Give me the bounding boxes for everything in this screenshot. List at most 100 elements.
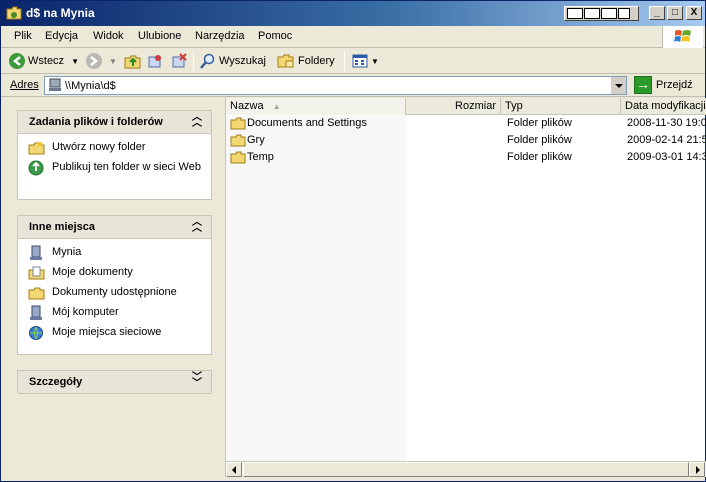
sorted-column-highlight <box>226 116 406 463</box>
windows-flag-icon <box>674 30 691 42</box>
address-value: \\Mynia\d$ <box>65 80 116 92</box>
delete-button[interactable] <box>171 52 187 70</box>
menu-help[interactable]: Pomoc <box>258 30 292 42</box>
details-header[interactable]: Szczegóły ﹀ ﹀ <box>18 371 211 394</box>
tray-icon[interactable] <box>601 8 617 19</box>
collapse-icon[interactable]: ︿ ︿ <box>191 113 203 129</box>
place-my-network[interactable]: Moje miejsca sieciowe <box>18 326 211 340</box>
folder-icon <box>230 117 246 130</box>
other-places-title: Inne miejsca <box>29 221 96 233</box>
place-my-documents[interactable]: Moje dokumenty <box>18 266 211 280</box>
folder-icon <box>230 151 246 164</box>
address-bar: Adres \\Mynia\d$ → Przejdź <box>1 74 705 97</box>
chevron-down-icon[interactable]: ▼ <box>109 57 117 66</box>
window-title: d$ na Mynia <box>26 6 95 20</box>
other-places-header[interactable]: Inne miejsca ︿ ︿ <box>18 216 211 239</box>
details-panel: Szczegóły ﹀ ﹀ <box>17 370 212 394</box>
collapse-icon[interactable]: ︿ ︿ <box>191 218 203 234</box>
move-to-button[interactable] <box>147 52 163 70</box>
horizontal-scrollbar[interactable] <box>226 461 706 477</box>
explorer-window: d$ na Mynia _ □ X Plik Edycja Widok Ulub… <box>0 0 706 482</box>
go-arrow-icon: → <box>634 76 652 94</box>
sort-ascending-icon: ▲ <box>272 102 281 111</box>
scroll-right-button[interactable] <box>689 462 705 477</box>
file-row[interactable]: Temp Folder plików 2009-03-01 14:3 <box>226 150 706 167</box>
up-folder-button[interactable] <box>124 52 142 70</box>
place-shared-documents[interactable]: Dokumenty udostępnione <box>18 286 211 300</box>
folders-button[interactable]: Foldery <box>277 52 335 70</box>
chevron-down-icon[interactable]: ▼ <box>71 57 79 66</box>
maximize-button[interactable]: □ <box>667 6 683 20</box>
menu-edit[interactable]: Edycja <box>45 30 78 42</box>
task-new-folder[interactable]: Utwórz nowy folder <box>18 141 211 155</box>
views-button[interactable]: ▼ <box>352 52 379 70</box>
place-label: Mój komputer <box>52 306 119 318</box>
file-row[interactable]: Gry Folder plików 2009-02-14 21:5 <box>226 133 706 150</box>
place-label: Mynia <box>52 246 82 258</box>
column-header-row: Nazwa ▲ Rozmiar Typ Data modyfikacji <box>226 98 706 115</box>
column-size[interactable]: Rozmiar <box>406 98 501 115</box>
scroll-thumb[interactable] <box>243 462 689 477</box>
new-folder-icon <box>28 141 45 155</box>
file-name: Documents and Settings <box>247 117 367 129</box>
column-date[interactable]: Data modyfikacji <box>621 98 706 115</box>
folders-icon <box>277 54 294 68</box>
up-folder-icon <box>124 55 141 69</box>
go-label: Przejdź <box>656 79 693 91</box>
publish-web-icon <box>28 160 44 176</box>
my-documents-icon <box>28 266 45 280</box>
address-label: Adres <box>10 79 39 91</box>
place-mynia[interactable]: Mynia <box>18 245 211 260</box>
file-tasks-panel: Zadania plików i folderów ︿ ︿ Utwórz nowy… <box>17 110 212 200</box>
task-publish-web[interactable]: Publikuj ten folder w sieci Web <box>18 160 211 176</box>
file-name: Temp <box>247 151 274 163</box>
column-type[interactable]: Typ <box>501 98 621 115</box>
file-tasks-header[interactable]: Zadania plików i folderów ︿ ︿ <box>18 111 211 134</box>
tray-icon[interactable] <box>567 8 583 19</box>
task-label: Publikuj ten folder w sieci Web <box>52 161 201 173</box>
computer-icon <box>30 245 42 260</box>
address-dropdown-button[interactable] <box>610 77 626 94</box>
column-label: Nazwa <box>230 100 264 112</box>
file-row[interactable]: Documents and Settings Folder plików 200… <box>226 116 706 133</box>
menu-tools[interactable]: Narzędzia <box>195 30 245 42</box>
delete-icon <box>172 53 187 68</box>
caption-extras[interactable] <box>564 6 639 21</box>
tray-icon[interactable] <box>618 8 630 19</box>
menu-view[interactable]: Widok <box>93 30 124 42</box>
file-type: Folder plików <box>507 117 572 129</box>
other-places-panel: Inne miejsca ︿ ︿ Mynia Moje dokumenty Do… <box>17 215 212 355</box>
move-to-icon <box>148 55 161 68</box>
search-button[interactable]: Wyszukaj <box>200 52 266 70</box>
title-bar[interactable]: d$ na Mynia _ □ X <box>1 1 705 26</box>
expand-icon[interactable]: ﹀ ﹀ <box>191 373 203 389</box>
file-date: 2008-11-30 19:0 <box>627 117 706 129</box>
menu-file[interactable]: Plik <box>14 30 32 42</box>
column-name[interactable]: Nazwa ▲ <box>226 98 406 115</box>
file-list: Nazwa ▲ Rozmiar Typ Data modyfikacji Doc… <box>225 98 706 477</box>
back-button[interactable]: Wstecz ▼ <box>9 52 79 70</box>
file-date: 2009-03-01 14:3 <box>627 151 706 163</box>
network-icon <box>29 326 43 340</box>
close-button[interactable]: X <box>686 6 702 20</box>
task-pane: Zadania plików i folderów ︿ ︿ Utwórz nowy… <box>1 98 224 477</box>
chevron-down-icon[interactable]: ▼ <box>371 57 379 66</box>
views-icon <box>352 54 368 68</box>
place-label: Dokumenty udostępnione <box>52 286 177 298</box>
file-type: Folder plików <box>507 134 572 146</box>
address-input[interactable]: \\Mynia\d$ <box>44 76 627 95</box>
folder-icon <box>230 134 246 147</box>
minimize-button[interactable]: _ <box>649 6 665 20</box>
folders-label: Foldery <box>298 55 335 67</box>
file-tasks-title: Zadania plików i folderów <box>29 116 163 128</box>
menu-favorites[interactable]: Ulubione <box>138 30 181 42</box>
tray-icon[interactable] <box>584 8 600 19</box>
standard-toolbar: Wstecz ▼ ▼ Wyszukaj Foldery ▼ <box>1 48 705 74</box>
place-my-computer[interactable]: Mój komputer <box>18 305 211 320</box>
forward-button[interactable]: ▼ <box>86 52 117 70</box>
scroll-left-button[interactable] <box>226 462 242 477</box>
file-name: Gry <box>247 134 265 146</box>
folder-icon <box>6 6 22 20</box>
go-button[interactable]: → Przejdź <box>634 76 693 94</box>
place-label: Moje miejsca sieciowe <box>52 326 162 338</box>
